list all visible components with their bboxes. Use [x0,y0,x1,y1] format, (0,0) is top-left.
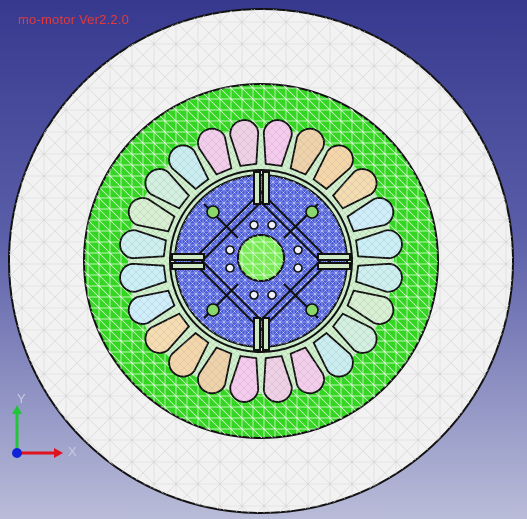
rotor-hole [305,303,319,317]
rotor-hole [293,245,303,255]
magnet-slot-left-bottom [171,262,205,270]
y-axis-label: Y [17,391,26,406]
axis-triad [12,405,63,458]
motor-cross-section[interactable] [0,0,527,519]
rotor-hole [249,220,259,230]
rotor-hole [293,263,303,273]
magnet-slot-right-bottom [317,262,351,270]
magnet-slot-top-right [262,171,270,205]
rotor-hole [206,303,220,317]
rotor-hole [267,290,277,300]
rotor-hole [267,220,277,230]
app-title: mo-motor Ver2.2.0 [18,12,130,27]
magnet-slot-bottom-right [262,317,270,351]
rotor-hole [225,263,235,273]
shaft [237,234,285,282]
rotor-hole [206,205,220,219]
model-viewport[interactable]: mo-motor Ver2.2.0 Y X [0,0,527,519]
magnet-slot-top-left [253,171,261,205]
magnet-slot-left-top [171,253,205,261]
magnet-slot-bottom-left [253,317,261,351]
rotor-hole [249,290,259,300]
x-axis-label: X [68,444,77,459]
rotor-hole [225,245,235,255]
rotor-hole [305,205,319,219]
magnet-slot-right-top [317,253,351,261]
